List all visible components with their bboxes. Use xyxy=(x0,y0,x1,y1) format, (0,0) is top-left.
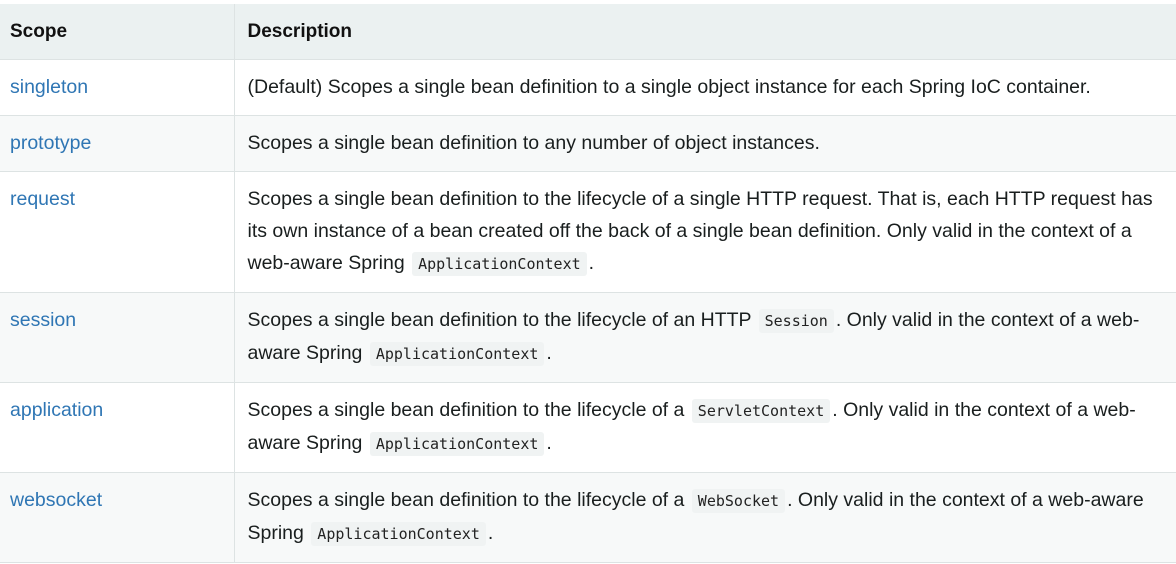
header-row: Scope Description xyxy=(0,4,1176,60)
description-cell: Scopes a single bean definition to the l… xyxy=(233,292,1176,383)
table-row: websocket Scopes a single bean definitio… xyxy=(0,472,1176,563)
code-application-context: ApplicationContext xyxy=(369,342,545,366)
description-text: . xyxy=(546,342,552,364)
code-servlet-context: ServletContext xyxy=(691,399,831,423)
description-text: . xyxy=(487,522,494,544)
bean-scopes-table: Scope Description singleton (Default) Sc… xyxy=(0,4,1176,563)
scope-cell: session xyxy=(0,292,234,383)
scope-cell: application xyxy=(0,382,234,473)
description-text: Scopes a single bean definition to the l… xyxy=(247,188,1153,274)
table-row: request Scopes a single bean definition … xyxy=(0,171,1176,293)
description-cell: Scopes a single bean definition to any n… xyxy=(233,115,1176,172)
description-cell: Scopes a single bean definition to the l… xyxy=(233,472,1176,563)
table-row: session Scopes a single bean definition … xyxy=(0,292,1176,383)
table-row: prototype Scopes a single bean definitio… xyxy=(0,115,1176,172)
table-row: singleton (Default) Scopes a single bean… xyxy=(0,59,1176,116)
table-row: application Scopes a single bean definit… xyxy=(0,382,1176,473)
description-text: Scopes a single bean definition to the l… xyxy=(247,399,685,421)
description-cell: Scopes a single bean definition to the l… xyxy=(233,382,1176,473)
table-body: singleton (Default) Scopes a single bean… xyxy=(0,59,1176,563)
header-scope: Scope xyxy=(0,4,234,60)
description-text: . xyxy=(588,252,595,274)
header-description: Description xyxy=(233,4,1176,60)
scope-link-session[interactable]: session xyxy=(10,309,76,331)
code-websocket: WebSocket xyxy=(691,489,786,513)
code-session: Session xyxy=(758,309,834,333)
scope-cell: request xyxy=(0,171,234,293)
scope-link-prototype[interactable]: prototype xyxy=(10,132,91,154)
description-text: Scopes a single bean definition to the l… xyxy=(247,489,685,511)
scope-link-websocket[interactable]: websocket xyxy=(10,489,102,511)
scope-link-request[interactable]: request xyxy=(10,188,75,210)
description-text: (Default) Scopes a single bean definitio… xyxy=(247,76,1091,98)
scope-link-application[interactable]: application xyxy=(10,399,103,421)
table-header: Scope Description xyxy=(0,4,1176,60)
description-cell: (Default) Scopes a single bean definitio… xyxy=(233,59,1176,116)
description-cell: Scopes a single bean definition to the l… xyxy=(233,171,1176,293)
description-text: Scopes a single bean definition to the l… xyxy=(247,309,752,331)
scope-link-singleton[interactable]: singleton xyxy=(10,76,88,98)
code-application-context: ApplicationContext xyxy=(412,252,587,276)
code-application-context: ApplicationContext xyxy=(311,522,486,546)
scope-cell: singleton xyxy=(0,59,234,116)
scope-cell: websocket xyxy=(0,472,234,563)
code-application-context: ApplicationContext xyxy=(369,432,545,456)
description-text: . xyxy=(546,432,552,454)
scope-cell: prototype xyxy=(0,115,234,172)
description-text: Scopes a single bean definition to any n… xyxy=(247,132,820,154)
